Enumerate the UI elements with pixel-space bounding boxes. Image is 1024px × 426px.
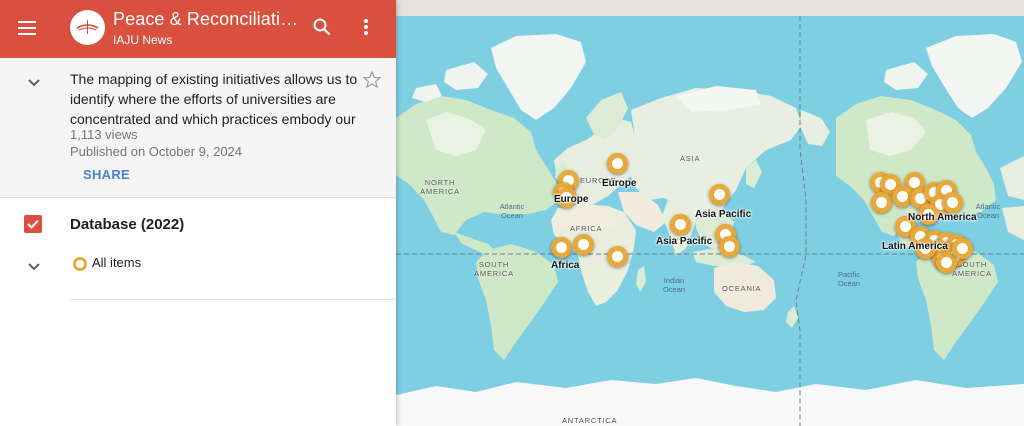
region-label-africa: Africa [551,260,580,271]
map-marker[interactable] [871,192,892,213]
menu-icon[interactable] [14,15,40,41]
map-marker[interactable] [952,238,973,259]
view-count: 1,113 views [70,127,138,142]
geo-label: ANTARCTICA [562,416,618,425]
search-icon[interactable] [310,15,334,39]
region-label-asia-pacific: Asia Pacific [656,236,713,247]
map-description: The mapping of existing initiatives allo… [70,71,358,127]
geo-label: SOUTH AMERICA [474,260,514,278]
description-section: The mapping of existing initiatives allo… [0,58,396,198]
geo-label: OCEANIA [722,284,762,293]
map-marker[interactable] [709,184,730,205]
region-label-north-america: North America [908,212,977,223]
app-header: Peace & Reconciliation IAJU News [0,0,396,58]
legend-item-all-items[interactable]: All items [92,255,141,270]
map-marker[interactable] [942,192,963,213]
region-label-europe: Europe [602,178,637,189]
logo [70,10,105,45]
layer-name: Database (2022) [70,216,185,233]
map-canvas[interactable]: NORTH AMERICA ASIA EUROPE AFRICA SOUTH A… [396,0,1024,426]
more-options-icon[interactable] [354,15,378,39]
geo-label: AFRICA [570,224,603,233]
published-date: Published on October 9, 2024 [70,144,243,159]
geo-label: NORTH AMERICA [420,178,460,196]
ocean-label: Indian Ocean [662,276,686,294]
map-title: Peace & Reconciliation [113,9,299,29]
map-marker[interactable] [607,153,628,174]
layer-checkbox[interactable] [24,215,42,233]
share-button[interactable]: SHARE [83,167,130,182]
region-label-europe: Europe [554,194,589,205]
map-subtitle: IAJU News [113,33,173,47]
map-viewer: Peace & Reconciliation IAJU News The map… [0,0,1024,426]
region-label-latin-america: Latin America [882,241,948,252]
map-marker[interactable] [719,236,740,257]
star-icon[interactable] [362,70,382,90]
geo-label: ASIA [680,154,701,163]
region-label-asia-pacific: Asia Pacific [695,209,752,220]
ocean-label: Atlantic Ocean [499,202,525,220]
side-panel: Peace & Reconciliation IAJU News The map… [0,0,396,426]
divider [70,299,396,300]
map-marker[interactable] [551,237,572,258]
map-marker[interactable] [573,234,594,255]
legend-marker-icon [73,257,87,271]
chevron-down-icon[interactable] [24,72,44,92]
chevron-down-icon[interactable] [24,256,44,276]
map-marker[interactable] [607,246,628,267]
map-marker[interactable] [670,214,691,235]
ocean-label: Pacific Ocean [837,270,861,288]
